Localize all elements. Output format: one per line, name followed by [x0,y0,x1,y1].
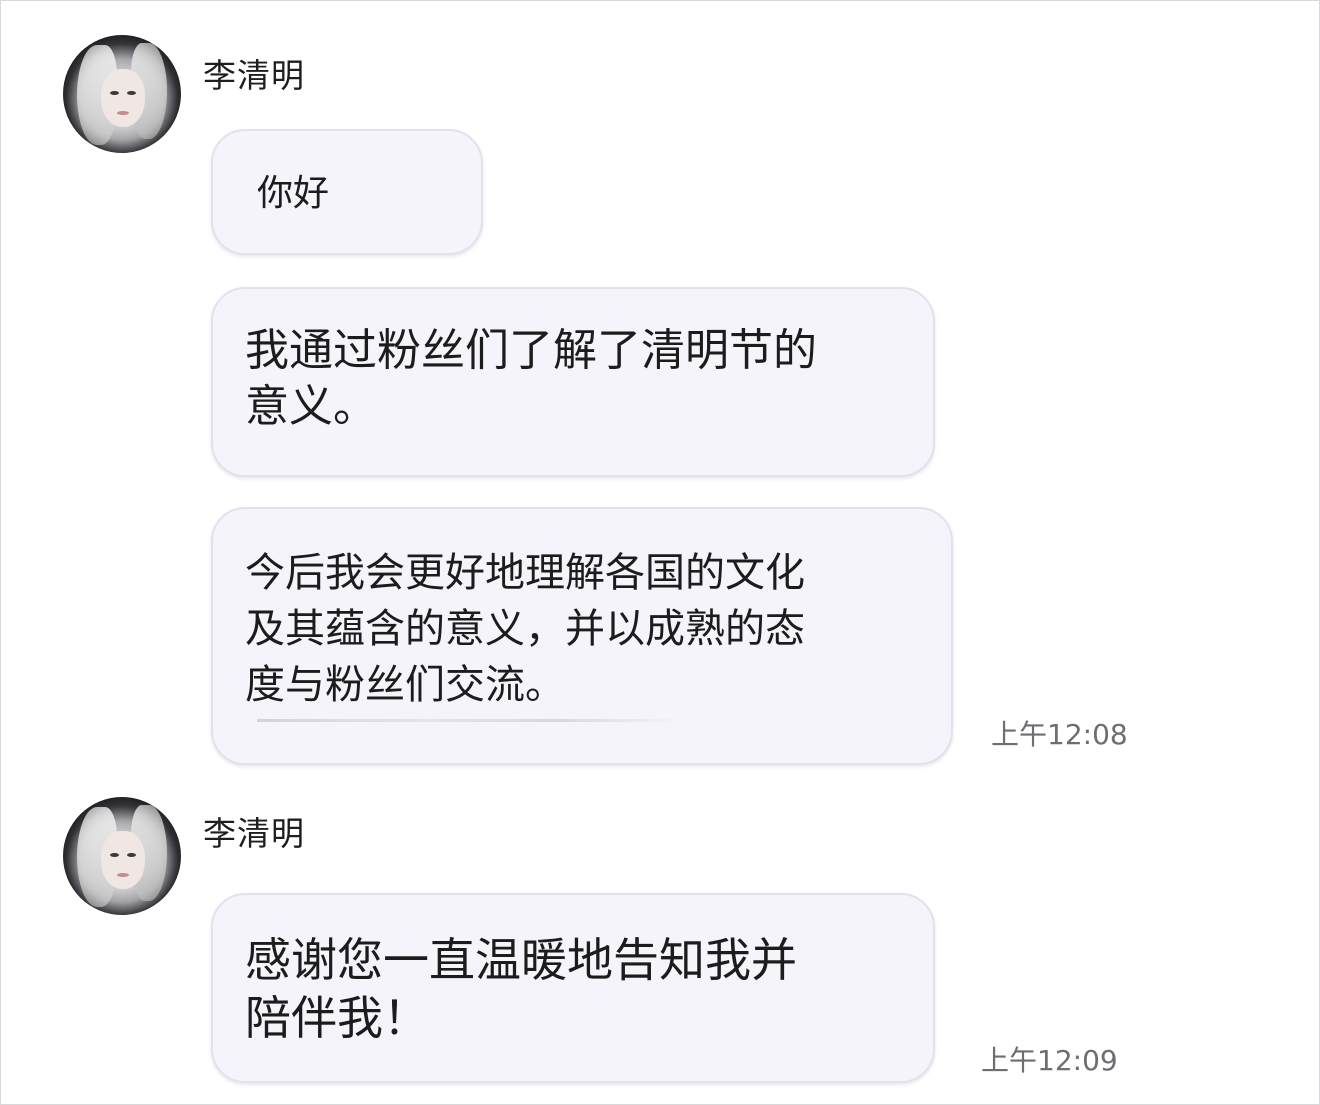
message-text: 我通过粉丝们了解了清明节的 意义。 [245,325,817,432]
message-bubble[interactable]: 感谢您一直温暖地告知我并 陪伴我！ [211,893,935,1083]
message-bubble[interactable]: 今后我会更好地理解各国的文化 及其蕴含的意义，并以成熟的态 度与粉丝们交流。 [211,507,953,765]
message-text: 今后我会更好地理解各国的文化 及其蕴含的意义，并以成熟的态 度与粉丝们交流。 [245,550,805,708]
cropped-text-line [257,719,683,722]
sender-avatar[interactable] [63,797,181,915]
sender-avatar[interactable] [63,35,181,153]
sender-name: 李清明 [203,56,305,95]
message-text: 你好 [257,173,330,214]
message-timestamp: 上午12:09 [981,1044,1118,1077]
chat-window: 李清明 你好 我通过粉丝们了解了清明节的 意义。 今后我会更好地理解各国的文化 … [0,0,1320,1105]
sender-name: 李清明 [203,814,305,853]
message-text: 感谢您一直温暖地告知我并 陪伴我！ [245,933,797,1045]
message-timestamp: 上午12:08 [991,718,1128,751]
message-bubble[interactable]: 你好 [211,129,483,255]
message-bubble[interactable]: 我通过粉丝们了解了清明节的 意义。 [211,287,935,477]
